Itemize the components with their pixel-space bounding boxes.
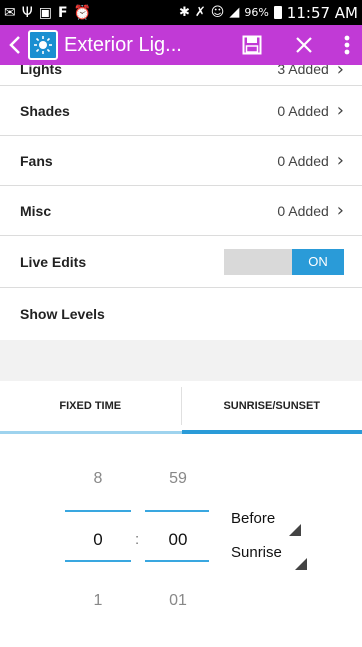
save-icon [242, 35, 262, 55]
live-edits-row: Live Edits ON [0, 236, 362, 288]
chevron-right-icon: › [336, 150, 344, 171]
toggle-on-label: ON [292, 248, 344, 275]
minute-value[interactable]: 00 [145, 530, 211, 550]
chevron-right-icon: › [336, 65, 344, 80]
list-item-label: Misc [20, 202, 52, 219]
dropdown-corner-icon [289, 524, 301, 536]
battery-percent: 96% [244, 6, 269, 19]
minute-divider-top [145, 510, 209, 512]
close-button[interactable] [284, 25, 324, 65]
time-mode-tabs: FIXED TIME SUNRISE/SUNSET [0, 381, 362, 434]
app-logo-icon [28, 30, 58, 60]
action-bar: Exterior Lig... [0, 25, 362, 65]
hour-below[interactable]: 1 [65, 592, 131, 610]
content-area: Lights 3 Added › Shades 0 Added › Fans 0… [0, 65, 362, 647]
list-item-label: Lights [20, 65, 62, 77]
list-item-value: 0 Added [277, 202, 329, 219]
show-levels-label: Show Levels [20, 306, 105, 322]
list-item-value: 0 Added [277, 102, 329, 119]
event-select-value: Sunrise [231, 544, 282, 561]
signal-icon: ◢ [229, 5, 240, 20]
offset-select-value: Before [231, 510, 276, 527]
usb-icon: Ψ [21, 4, 33, 21]
offset-select[interactable]: Before [231, 510, 301, 538]
back-button[interactable] [4, 35, 26, 55]
save-button[interactable] [232, 25, 272, 65]
close-icon [296, 37, 312, 53]
tab-label: SUNRISE/SUNSET [223, 400, 321, 412]
bluetooth-icon: ✱ [178, 5, 190, 20]
notification-icons: ✉ Ψ ▣ F ⏰ [0, 5, 91, 21]
list-item-label: Shades [20, 102, 70, 119]
list-item-fans[interactable]: Fans 0 Added › [0, 136, 362, 186]
gallery-icon: ▣ [38, 4, 52, 21]
alarm-icon: ⏰ [73, 4, 92, 21]
show-levels-row[interactable]: Show Levels [0, 288, 362, 340]
hour-divider-bottom [65, 560, 131, 562]
tab-label: FIXED TIME [59, 400, 122, 412]
app-icon: F [58, 4, 68, 21]
chevron-left-icon [9, 36, 20, 54]
dropdown-corner-icon [295, 558, 307, 570]
status-bar: ✉ Ψ ▣ F ⏰ ✱ ✗ ☺ ◢ 96% 11:57 AM [0, 0, 362, 25]
chevron-right-icon: › [336, 100, 344, 121]
hour-value[interactable]: 0 [65, 530, 131, 550]
message-icon: ✉ [4, 4, 16, 21]
battery-icon [273, 6, 282, 19]
clock: 11:57 AM [286, 3, 358, 22]
wifi-icon: ☺ [210, 5, 225, 20]
mute-icon: ✗ [194, 5, 206, 20]
screen-title: Exterior Lig... [64, 33, 182, 56]
event-select[interactable]: Sunrise [231, 544, 307, 572]
more-vert-icon [344, 35, 350, 55]
tab-fixed-time[interactable]: FIXED TIME [0, 381, 181, 431]
time-separator: : [135, 531, 140, 548]
hour-divider-top [65, 510, 131, 512]
system-icons: ✱ ✗ ☺ ◢ 96% 11:57 AM [179, 4, 362, 22]
list-item-misc[interactable]: Misc 0 Added › [0, 186, 362, 236]
live-edits-toggle[interactable]: ON [224, 248, 344, 275]
hour-above[interactable]: 8 [65, 470, 131, 488]
time-picker: 8 0 1 : 59 00 01 Before Sunrise [0, 434, 362, 647]
list-item-value: 3 Added [277, 65, 329, 77]
list-item-shades[interactable]: Shades 0 Added › [0, 86, 362, 136]
list-item-lights[interactable]: Lights 3 Added › [0, 65, 362, 86]
overflow-menu-button[interactable] [332, 25, 362, 65]
minute-below[interactable]: 01 [145, 592, 211, 610]
live-edits-label: Live Edits [20, 253, 87, 270]
chevron-right-icon: › [336, 200, 344, 221]
minute-above[interactable]: 59 [145, 470, 211, 488]
list-item-label: Fans [20, 152, 53, 169]
tab-sunrise-sunset[interactable]: SUNRISE/SUNSET [181, 381, 362, 434]
list-item-value: 0 Added [277, 152, 329, 169]
minute-divider-bottom [145, 560, 209, 562]
